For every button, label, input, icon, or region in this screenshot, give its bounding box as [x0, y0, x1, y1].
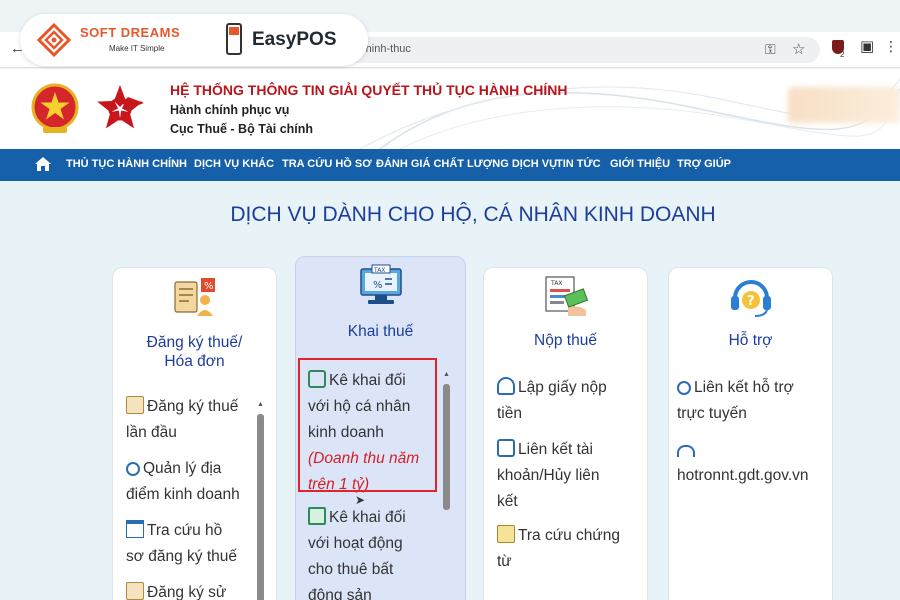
nav-item-tro-giup[interactable]: TRỢ GIÚP [677, 158, 731, 170]
easypos-name: EasyPOS [252, 29, 337, 50]
list-item-ke-khai-cho-thue[interactable]: Kê khai đối với hoạt động cho thuê bất động… [308, 505, 406, 600]
support-agent-icon [677, 381, 691, 395]
item-text: Kê khai đối [329, 509, 406, 526]
item-text: Lập giấy nộp [518, 379, 607, 396]
nav-item-gioi-thieu[interactable]: GIỚI THIỆU [610, 158, 670, 170]
extensions-puzzle-icon[interactable]: ▣ [860, 37, 874, 55]
list-item-quan-ly-dia-diem[interactable]: Quản lý địa điểm kinh doanh [126, 456, 240, 508]
nav-item-danh-gia[interactable]: ĐÁNH GIÁ CHẤT LƯỢNG DỊCH VỤ [376, 158, 557, 170]
system-subtitle-1: Hành chính phục vụ [170, 103, 290, 117]
item-text: lần đầu [126, 424, 177, 441]
list-item-lap-giay-nop-tien[interactable]: Lập giấy nộp tiền [497, 375, 607, 427]
extension-badge: 2 [840, 50, 845, 59]
building-green-icon [308, 507, 326, 525]
tax-registration-icon: % [174, 278, 215, 316]
list-item-lien-ket-tai-khoan[interactable]: Liên kết tài khoản/Hủy liên kết [497, 437, 600, 515]
list-item-dang-ky-lan-dau[interactable]: Đăng ký thuế lần đầu [126, 394, 238, 446]
item-text: động sản [308, 587, 372, 600]
card-nop-thue: TAX Nộp thuế Lập giấy nộp tiền Liên kết t… [483, 267, 648, 600]
national-emblem-icon [31, 83, 79, 133]
key-icon[interactable]: ⚿ [765, 41, 776, 58]
page-title: DỊCH VỤ DÀNH CHO HỘ, CÁ NHÂN KINH DOANH [230, 203, 716, 226]
softdreams-name: SOFT DREAMS [80, 25, 181, 40]
person-money-icon [497, 377, 515, 395]
site-header: HỆ THỐNG THÔNG TIN GIẢI QUYẾT THỦ TỤC HÀ… [0, 69, 900, 149]
item-text: khoản/Hủy liên [497, 467, 600, 484]
tax-doc-icon [126, 582, 144, 600]
item-text: điểm kinh doanh [126, 486, 240, 503]
item-text: Tra cứu hồ [147, 522, 223, 539]
card-title-ho-tro: Hỗ trợ [728, 332, 773, 349]
tax-label: TAX [373, 267, 385, 274]
scrollbar-thumb[interactable] [443, 384, 450, 510]
login-area-blurred[interactable] [788, 87, 900, 123]
softdreams-slogan: Make IT Simple [109, 44, 165, 53]
card-dang-ky-thue: % Đăng ký thuế/ Hóa đơn Đăng ký thuế lần … [112, 267, 277, 600]
tax-computer-icon: TAX % [360, 264, 402, 304]
nav-item-thu-tuc[interactable]: THỦ TỤC HÀNH CHÍNH [66, 158, 187, 170]
item-text: Tra cứu chứng [518, 527, 621, 544]
item-text: Đăng ký thuế [147, 398, 239, 415]
item-text: tiền [497, 405, 522, 422]
item-text: kết [497, 493, 518, 510]
tax-payment-icon: TAX [545, 276, 589, 316]
list-item-email-ho-tro[interactable]: hotronnt.gdt.gov.vn [677, 437, 809, 489]
menu-dots-icon[interactable]: ⋮ [884, 38, 898, 55]
softdreams-logo-icon [36, 22, 72, 58]
card-title-nop-thue: Nộp thuế [534, 332, 597, 349]
item-text: cho thuê bất [308, 561, 394, 578]
item-text: với hoạt động [308, 535, 403, 552]
item-text: từ [497, 553, 512, 570]
scroll-up-arrow-icon[interactable]: ▲ [257, 401, 264, 408]
scrollbar-thumb[interactable] [257, 414, 264, 600]
bank-card-icon [497, 439, 515, 457]
magnifier-icon [126, 462, 140, 476]
item-text: Liên kết hỗ trợ [694, 379, 794, 396]
card-ho-tro: ? Hỗ trợ Liên kết hỗ trợ trực tuyến hotro… [668, 267, 833, 600]
highlight-box [298, 358, 437, 492]
main-navigation: THỦ TỤC HÀNH CHÍNH DỊCH VỤ KHÁC TRA CỨU … [0, 149, 900, 181]
list-item-tra-cuu-chung-tu[interactable]: Tra cứu chứng từ [497, 523, 620, 575]
building-icon [126, 520, 144, 538]
list-item-lien-ket-ho-tro[interactable]: Liên kết hỗ trợ trực tuyến [677, 375, 794, 427]
svg-text:%: % [204, 281, 214, 292]
item-text: hotronnt.gdt.gov.vn [677, 467, 809, 484]
nav-item-tin-tuc[interactable]: TIN TỨC [556, 158, 601, 170]
svg-text:?: ? [747, 294, 755, 309]
home-icon[interactable] [34, 156, 52, 172]
item-text: Đăng ký sử [147, 584, 227, 600]
system-title: HỆ THỐNG THÔNG TIN GIẢI QUYẾT THỦ TỤC HÀ… [170, 82, 568, 98]
svg-text:%: % [373, 280, 383, 291]
brand-watermark: SOFT DREAMS Make IT Simple EasyPOS [20, 14, 368, 66]
system-subtitle-2: Cục Thuế - Bộ Tài chính [170, 122, 314, 136]
support-headset-icon: ? [731, 280, 771, 317]
scroll-up-arrow-icon[interactable]: ▲ [443, 371, 450, 378]
tax-doc-icon [126, 396, 144, 414]
item-text: sơ đăng ký thuế [126, 548, 237, 565]
item-text: trực tuyến [677, 405, 747, 422]
item-text: Quản lý địa [143, 460, 222, 477]
headset-icon [677, 445, 695, 457]
item-text: Liên kết tài [518, 441, 593, 458]
tax-department-logo-icon [97, 85, 144, 129]
document-check-icon [497, 525, 515, 543]
list-item-tra-cuu-ho-so[interactable]: Tra cứu hồ sơ đăng ký thuế [126, 518, 237, 570]
card-title-dang-ky-line2: Hóa đơn [164, 353, 225, 370]
list-item-dang-ky-su-dung[interactable]: Đăng ký sử [126, 580, 226, 600]
pos-terminal-icon [226, 23, 242, 55]
nav-item-dich-vu-khac[interactable]: DỊCH VỤ KHÁC [194, 158, 274, 170]
tax-label: TAX [550, 280, 562, 287]
mouse-cursor-icon: ➤ [355, 493, 366, 507]
card-title-khai-thue: Khai thuế [347, 323, 414, 340]
nav-item-tra-cuu[interactable]: TRA CỨU HỒ SƠ [282, 158, 372, 170]
bookmark-star-icon[interactable]: ☆ [792, 40, 805, 58]
